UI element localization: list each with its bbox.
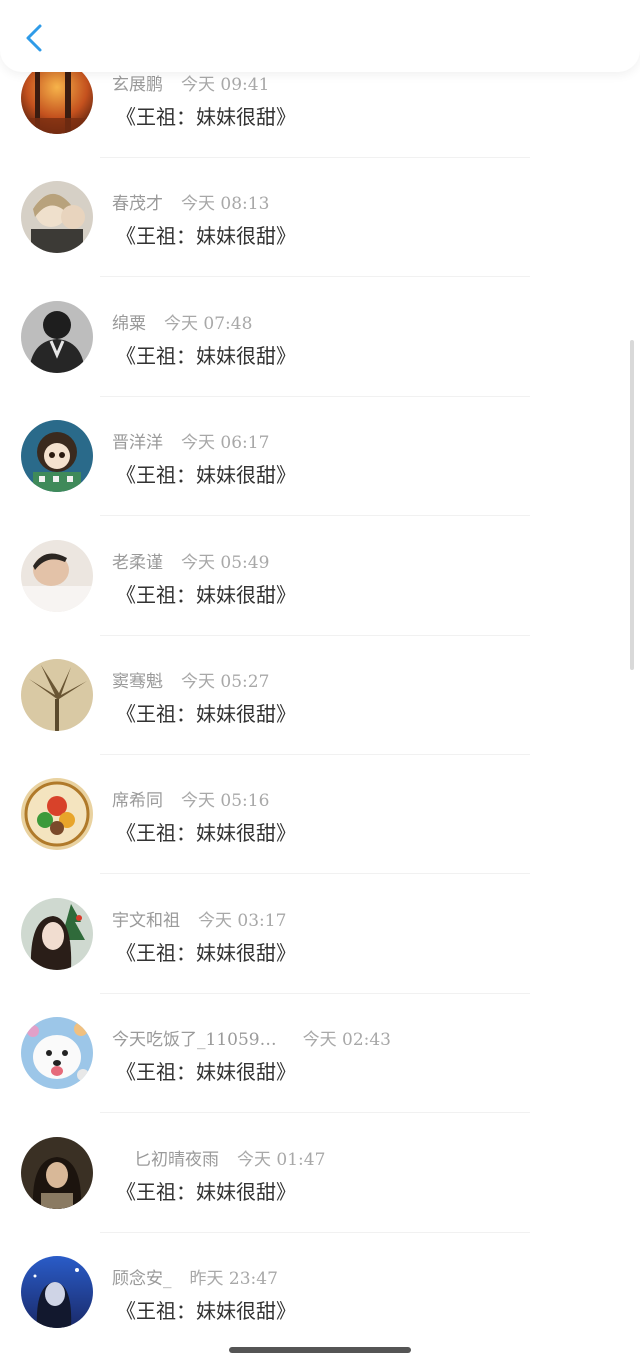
divider	[100, 515, 530, 517]
divider	[100, 1112, 530, 1114]
message-meta: 玄展鹏 今天 09:41	[112, 70, 269, 95]
avatar[interactable]	[21, 420, 93, 493]
chevron-left-icon	[26, 24, 42, 52]
sender-name: 匕初晴夜雨	[134, 1149, 219, 1170]
list-item[interactable]: 匕初晴夜雨 今天 01:47 《王祖：妹妹很甜》	[0, 1133, 640, 1252]
divider	[100, 276, 530, 278]
back-button[interactable]	[14, 18, 54, 58]
message-meta: 晋洋洋 今天 06:17	[112, 428, 269, 453]
avatar[interactable]	[21, 658, 93, 731]
list-item[interactable]: 春茂才 今天 08:13 《王祖：妹妹很甜》	[0, 177, 640, 296]
message-meta: 宇文和祖 今天 03:17	[112, 906, 286, 931]
divider	[100, 992, 530, 994]
sender-name: 席希同	[112, 791, 163, 812]
message-text: 《王祖：妹妹很甜》	[116, 463, 296, 488]
sender-name: 窦骞魁	[112, 671, 163, 692]
avatar[interactable]	[21, 778, 93, 851]
sender-name: 玄展鹏	[112, 75, 163, 95]
top-nav-bar	[0, 0, 640, 72]
scrollbar[interactable]	[630, 340, 634, 670]
avatar[interactable]	[21, 300, 93, 373]
divider	[100, 1231, 530, 1233]
message-text: 《王祖：妹妹很甜》	[116, 821, 296, 846]
divider	[100, 873, 530, 875]
message-meta: 匕初晴夜雨 今天 01:47	[112, 1145, 325, 1170]
message-time: 今天 08:13	[181, 194, 270, 215]
message-meta: 今天吃饭了_11059… 今天 02:43	[112, 1025, 391, 1050]
sender-name: 顾念安_	[112, 1268, 172, 1289]
list-item[interactable]: 今天吃饭了_11059… 今天 02:43 《王祖：妹妹很甜》	[0, 1013, 640, 1132]
list-item[interactable]: 绵粟 今天 07:48 《王祖：妹妹很甜》	[0, 297, 640, 416]
sender-name: 晋洋洋	[112, 433, 163, 454]
divider	[100, 157, 530, 158]
message-meta: 绵粟 今天 07:48	[112, 309, 252, 334]
message-text: 《王祖：妹妹很甜》	[116, 1060, 296, 1085]
sender-name: 绵粟	[112, 313, 146, 334]
sender-name: 今天吃饭了_11059…	[112, 1030, 277, 1051]
list-item[interactable]: 窦骞魁 今天 05:27 《王祖：妹妹很甜》	[0, 655, 640, 774]
message-meta: 春茂才 今天 08:13	[112, 189, 269, 214]
avatar[interactable]	[21, 1255, 93, 1328]
avatar[interactable]	[21, 1017, 93, 1090]
avatar[interactable]	[21, 539, 93, 612]
message-time: 今天 05:16	[181, 791, 270, 812]
list-item[interactable]: 晋洋洋 今天 06:17 《王祖：妹妹很甜》	[0, 416, 640, 535]
divider	[100, 634, 530, 636]
message-text: 《王祖：妹妹很甜》	[116, 1179, 296, 1204]
message-meta: 席希同 今天 05:16	[112, 786, 269, 811]
list-item[interactable]: 顾念安_ 昨天 23:47 《王祖：妹妹很甜》	[0, 1252, 640, 1371]
message-time: 今天 05:27	[181, 671, 270, 692]
list-item[interactable]: 玄展鹏 今天 09:41 《王祖：妹妹很甜》	[0, 58, 640, 177]
message-time: 今天 09:41	[181, 75, 270, 95]
list-item[interactable]: 老柔谨 今天 05:49 《王祖：妹妹很甜》	[0, 536, 640, 655]
message-list: 玄展鹏 今天 09:41 《王祖：妹妹很甜》 春茂才 今天 08:13 《王祖：妹妹…	[0, 58, 640, 1371]
sender-name: 春茂才	[112, 194, 163, 215]
message-meta: 顾念安_ 昨天 23:47	[112, 1264, 278, 1289]
sender-name: 老柔谨	[112, 552, 163, 573]
avatar[interactable]	[21, 181, 93, 254]
message-meta: 老柔谨 今天 05:49	[112, 548, 269, 573]
message-time: 今天 01:47	[237, 1149, 326, 1170]
message-text: 《王祖：妹妹很甜》	[116, 105, 296, 129]
message-text: 《王祖：妹妹很甜》	[116, 1298, 296, 1323]
message-time: 今天 02:43	[302, 1030, 391, 1051]
home-indicator	[229, 1347, 411, 1353]
message-text: 《王祖：妹妹很甜》	[116, 582, 296, 607]
avatar[interactable]	[21, 62, 93, 134]
message-text: 《王祖：妹妹很甜》	[116, 940, 296, 965]
message-meta: 窦骞魁 今天 05:27	[112, 667, 269, 692]
avatar[interactable]	[21, 897, 93, 970]
message-time: 今天 06:17	[181, 433, 270, 454]
message-time: 今天 07:48	[164, 313, 253, 334]
message-text: 《王祖：妹妹很甜》	[116, 224, 296, 249]
avatar[interactable]	[21, 1136, 93, 1209]
divider	[100, 753, 530, 755]
message-time: 今天 05:49	[181, 552, 270, 573]
message-time: 今天 03:17	[198, 910, 287, 931]
message-text: 《王祖：妹妹很甜》	[116, 701, 296, 726]
list-item[interactable]: 席希同 今天 05:16 《王祖：妹妹很甜》	[0, 774, 640, 893]
message-text: 《王祖：妹妹很甜》	[116, 343, 296, 368]
sender-name: 宇文和祖	[112, 910, 180, 931]
message-time: 昨天 23:47	[189, 1268, 278, 1289]
list-item[interactable]: 宇文和祖 今天 03:17 《王祖：妹妹很甜》	[0, 894, 640, 1013]
divider	[100, 395, 530, 397]
